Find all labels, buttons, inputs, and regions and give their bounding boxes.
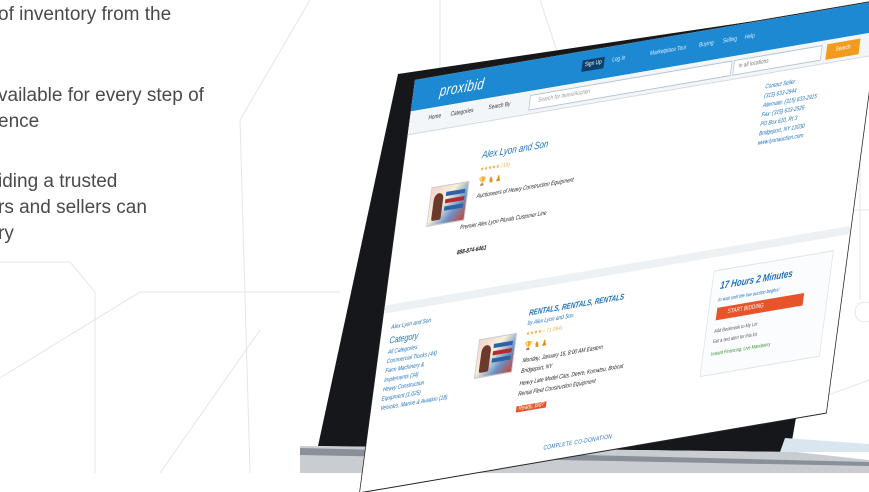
nav-home[interactable]: Home [428, 113, 441, 121]
listing-location: Bridgeport, NY [520, 363, 553, 376]
seller-name[interactable]: Alex Lyon and Son [481, 139, 549, 162]
thumbnail-figure [478, 344, 492, 374]
laptop-screen: proxibid Sign Up Log In Marketplace Tour… [359, 0, 869, 492]
ready-bid-button[interactable]: Ready, Bid? [515, 401, 547, 413]
nav-categories[interactable]: Categories [450, 108, 474, 118]
proxibid-page: proxibid Sign Up Log In Marketplace Tour… [359, 0, 869, 492]
category-sidebar: Alex Lyon and Son Category All Categorie… [380, 310, 471, 414]
laptop-mockup: proxibid Sign Up Log In Marketplace Tour… [0, 0, 869, 492]
marketplace-tour-link[interactable]: Marketplace Tour [650, 45, 687, 57]
search-placeholder: Search for Items/Auction [537, 88, 591, 104]
seller-contact: Contact Seller (315) 633-2944 Alternate:… [757, 74, 820, 149]
listing-title[interactable]: RENTALS, RENTALS, RENTALS [528, 292, 624, 318]
selling-link[interactable]: Selling [722, 36, 737, 45]
thumbnail-figure [430, 192, 445, 222]
proxibid-logo[interactable]: proxibid [439, 75, 486, 100]
log-in-link[interactable]: Log In [612, 55, 626, 64]
auction-timer-box: 17 Hours 2 Minutes to wait until the liv… [699, 250, 834, 378]
seller-phone: 888-874-6461 [456, 245, 487, 257]
trophy-icon: 🏆 ♞ ♟ [477, 173, 502, 187]
thumbnail-text [493, 340, 513, 349]
listing-thumbnail[interactable] [473, 332, 518, 379]
nav-search-by[interactable]: Search By [488, 101, 511, 111]
sign-up-button[interactable]: Sign Up [581, 56, 605, 72]
seller-thumbnail [426, 180, 470, 227]
listing-badge-icon: 🏆 ♞ ♟ [523, 337, 548, 352]
help-link[interactable]: Help [744, 33, 755, 41]
time-remaining: 17 Hours 2 Minutes [719, 268, 794, 293]
buying-link[interactable]: Buying [699, 40, 714, 49]
listing-rating: ★★★★☆ (1,284) [525, 324, 564, 338]
seller-rating: ★★★★★ (13) [479, 161, 511, 173]
seller-sub-tagline: Premier Alex Lyon Plurals Customer Line [459, 210, 547, 232]
thumbnail-text [445, 188, 466, 197]
complete-co-donation-link[interactable]: COMPLETE CO-DONATION [543, 434, 612, 452]
